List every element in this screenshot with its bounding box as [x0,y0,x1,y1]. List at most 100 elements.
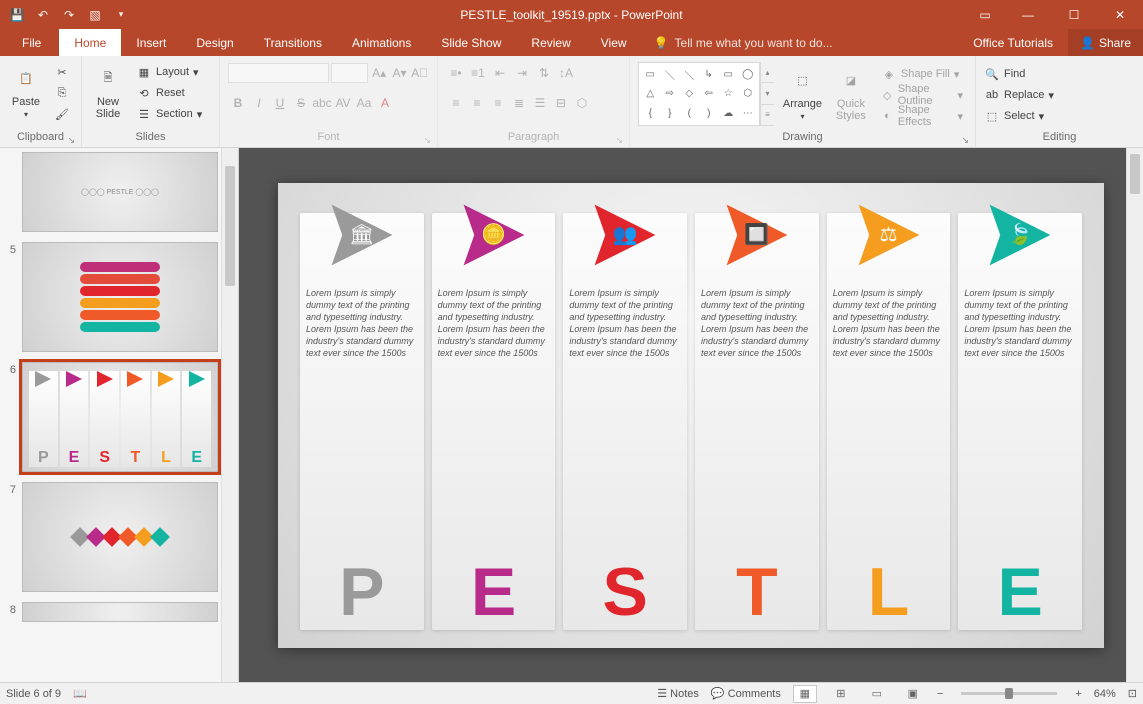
drawing-launcher-icon[interactable]: ↘ [961,135,969,146]
shape-callout-icon[interactable]: ☁ [723,108,733,119]
tab-transitions[interactable]: Transitions [249,29,337,56]
cut-button[interactable]: ✂ [50,62,74,82]
layout-button[interactable]: ▦Layout ▾ [132,62,206,82]
arrange-button[interactable]: ⬚Arrange▾ [780,62,825,123]
font-family-combo[interactable] [228,63,329,83]
text-direction-button[interactable]: ↕A [556,62,576,84]
align-center-button[interactable]: ≡ [467,92,487,114]
thumbnails-scrollbar[interactable] [221,148,238,682]
fit-to-window-button[interactable]: ⊡ [1128,687,1137,700]
start-from-beginning-icon[interactable]: ▧ [84,4,106,26]
font-color-button[interactable]: A [375,92,395,114]
redo-icon[interactable]: ↷ [58,4,80,26]
tab-home[interactable]: Home [59,29,121,56]
shape-arrow-icon[interactable]: ⇨ [666,88,674,99]
increase-indent-button[interactable]: ⇥ [512,62,532,84]
increase-font-icon[interactable]: A▴ [370,62,388,84]
pestle-column-l-4[interactable]: ⚖ Lorem Ipsum is simply dummy text of th… [827,213,951,630]
minimize-button[interactable]: — [1005,0,1051,29]
line-spacing-button[interactable]: ⇅ [534,62,554,84]
tab-view[interactable]: View [586,29,642,56]
smartart-button[interactable]: ⬡ [572,92,592,114]
shape-line-icon[interactable]: ＼ [665,67,675,82]
align-right-button[interactable]: ≡ [488,92,508,114]
zoom-in-button[interactable]: + [1075,688,1081,700]
tab-review[interactable]: Review [516,29,585,56]
maximize-button[interactable]: ☐ [1051,0,1097,29]
save-icon[interactable]: 💾 [6,4,28,26]
italic-button[interactable]: I [249,92,269,114]
shadow-button[interactable]: abc [312,92,332,114]
section-button[interactable]: ☰Section ▾ [132,104,206,124]
shape-line2-icon[interactable]: ＼ [684,67,694,82]
shape-diamond-icon[interactable]: ◇ [685,88,693,99]
slide-canvas[interactable]: 🏛 Lorem Ipsum is simply dummy text of th… [278,183,1104,648]
zoom-level[interactable]: 64% [1094,688,1116,700]
decrease-indent-button[interactable]: ⇤ [490,62,510,84]
share-button[interactable]: 👤 Share [1068,29,1143,56]
shape-fill-button[interactable]: ◈Shape Fill ▾ [877,64,967,84]
shape-paren-icon[interactable]: ( [688,108,691,119]
shape-triangle-icon[interactable]: △ [646,88,654,99]
shape-outline-button[interactable]: ◇Shape Outline ▾ [877,85,967,105]
decrease-font-icon[interactable]: A▾ [390,62,408,84]
char-spacing-button[interactable]: AV [333,92,353,114]
shape-more-icon[interactable]: ⋯ [743,108,753,119]
columns-button[interactable]: ☰ [530,92,550,114]
shape-rect2-icon[interactable]: ▭ [724,69,733,80]
zoom-slider[interactable] [961,692,1057,695]
shape-rectangle-icon[interactable]: ▭ [646,69,655,80]
replace-button[interactable]: abReplace ▾ [980,85,1058,105]
shape-paren2-icon[interactable]: ) [707,108,710,119]
normal-view-button[interactable]: ▦ [793,685,817,703]
slide-thumbnail-5[interactable]: 5 [4,242,234,352]
pestle-column-s-2[interactable]: 👥 Lorem Ipsum is simply dummy text of th… [563,213,687,630]
numbering-button[interactable]: ≡1 [468,62,488,84]
tab-file[interactable]: File [4,29,59,56]
find-button[interactable]: 🔍Find [980,64,1058,84]
undo-icon[interactable]: ↶ [32,4,54,26]
shape-oval-icon[interactable]: ◯ [742,69,753,80]
format-painter-button[interactable]: 🖌 [50,104,74,124]
slide-thumbnail-6[interactable]: 6 P E S T L E [4,362,234,472]
shape-brace-icon[interactable]: { [649,108,652,119]
notes-button[interactable]: ☰ Notes [657,687,699,700]
bullets-button[interactable]: ≡• [446,62,466,84]
editor-scrollbar[interactable] [1126,148,1143,682]
pestle-column-p-0[interactable]: 🏛 Lorem Ipsum is simply dummy text of th… [300,213,424,630]
reset-button[interactable]: ⟲Reset [132,83,206,103]
change-case-button[interactable]: Aa [354,92,374,114]
shapes-expand-icon[interactable]: ≡ [761,105,774,126]
shape-hex-icon[interactable]: ⬡ [743,88,752,99]
font-size-combo[interactable] [331,63,368,83]
pestle-column-e-1[interactable]: 🪙 Lorem Ipsum is simply dummy text of th… [432,213,556,630]
zoom-out-button[interactable]: − [937,688,943,700]
tab-insert[interactable]: Insert [121,29,181,56]
tab-animations[interactable]: Animations [337,29,426,56]
ribbon-display-options-icon[interactable]: ▭ [965,0,1005,29]
shape-effects-button[interactable]: ◐Shape Effects ▾ [877,106,967,126]
pestle-column-t-3[interactable]: 🔲 Lorem Ipsum is simply dummy text of th… [695,213,819,630]
align-text-button[interactable]: ⊟ [551,92,571,114]
paste-button[interactable]: 📋 Paste ▾ [4,60,48,121]
clipboard-launcher-icon[interactable]: ↘ [67,135,75,146]
tab-design[interactable]: Design [181,29,248,56]
shapes-gallery[interactable]: ▭＼＼↳▭◯ △⇨◇⇦☆⬡ {}()☁⋯ ▴▾≡ [638,62,774,126]
new-slide-button[interactable]: 🗎 New Slide [86,60,130,122]
copy-button[interactable]: ⎘ [50,83,74,103]
quick-styles-button[interactable]: ◪Quick Styles [831,62,871,124]
close-button[interactable]: ✕ [1097,0,1143,29]
comments-button[interactable]: 💬 Comments [711,687,781,700]
underline-button[interactable]: U [270,92,290,114]
paragraph-launcher-icon[interactable]: ↘ [615,135,623,146]
font-launcher-icon[interactable]: ↘ [423,135,431,146]
bold-button[interactable]: B [228,92,248,114]
shape-connector-icon[interactable]: ↳ [705,69,713,80]
shapes-scroll-up-icon[interactable]: ▴ [761,62,774,83]
slide-thumbnail-8[interactable]: 8 [4,602,234,622]
select-button[interactable]: ⬚Select ▾ [980,106,1058,126]
slide-thumbnail-4[interactable]: ◯◯◯ PESTLE ◯◯◯ [4,152,234,232]
strikethrough-button[interactable]: S [291,92,311,114]
shape-star-icon[interactable]: ☆ [724,88,733,99]
shape-arrow2-icon[interactable]: ⇦ [705,88,713,99]
